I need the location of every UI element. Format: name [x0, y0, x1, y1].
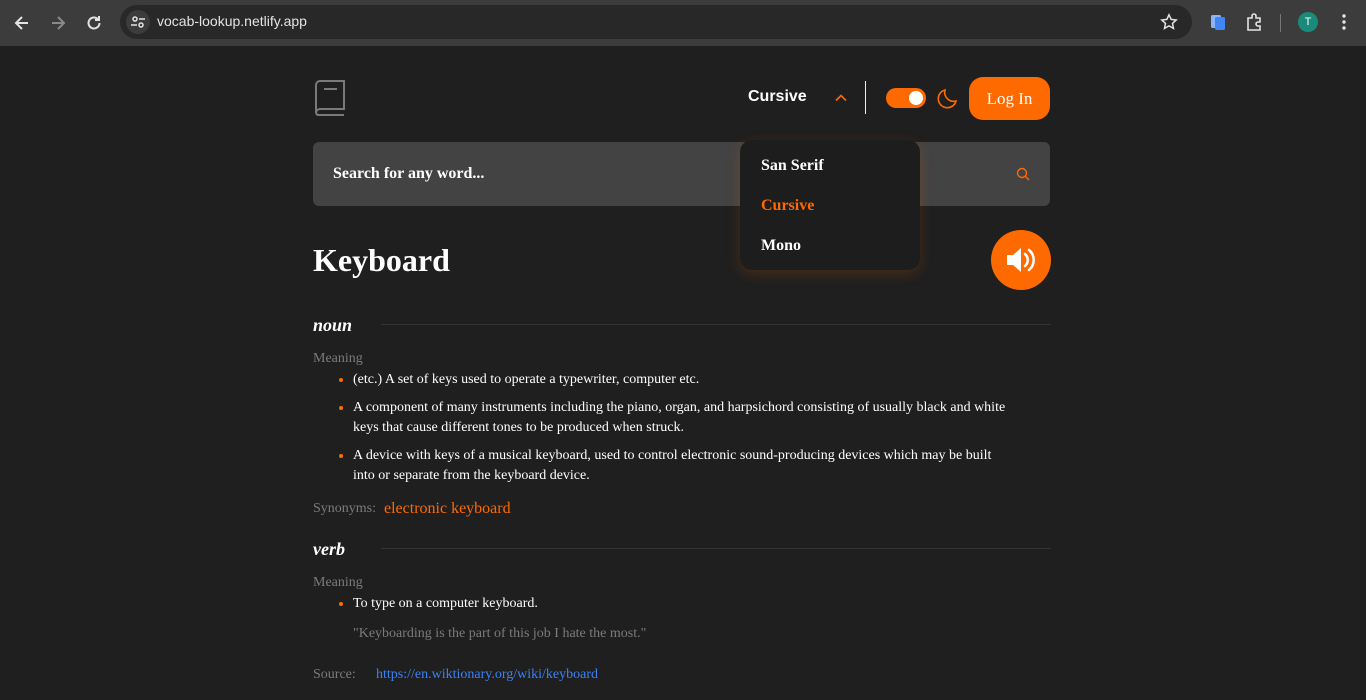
definition-item: (etc.) A set of keys used to operate a t… — [339, 370, 1013, 390]
browser-toolbar: vocab-lookup.netlify.app T — [0, 0, 1366, 46]
font-option-mono[interactable]: Mono — [761, 237, 801, 255]
synonym-link[interactable]: electronic keyboard — [384, 500, 511, 518]
definition-item: A component of many instruments includin… — [339, 398, 1013, 438]
back-icon[interactable] — [10, 11, 34, 35]
url-text: vocab-lookup.netlify.app — [157, 13, 307, 29]
search-bar — [313, 142, 1050, 206]
search-icon[interactable] — [1016, 167, 1030, 181]
meaning-label: Meaning — [313, 351, 363, 366]
browser-menu-icon[interactable] — [1334, 12, 1354, 32]
meaning-label: Meaning — [313, 575, 363, 590]
dictionary-app: Cursive Log In San Serif Cursive Mono Ke… — [313, 46, 1051, 700]
moon-icon — [936, 86, 960, 110]
section-divider — [381, 548, 1051, 549]
chevron-up-icon[interactable] — [834, 91, 848, 105]
header-divider — [865, 81, 866, 114]
source-label: Source: — [313, 667, 356, 682]
extensions-puzzle-icon[interactable] — [1244, 12, 1264, 32]
word-title: Keyboard — [313, 242, 450, 278]
font-selector[interactable]: Cursive — [748, 88, 807, 108]
extension-docs-icon[interactable] — [1208, 12, 1228, 32]
address-bar[interactable]: vocab-lookup.netlify.app — [120, 5, 1192, 39]
font-dropdown-menu: San Serif Cursive Mono — [740, 140, 920, 270]
source-link[interactable]: https://en.wiktionary.org/wiki/keyboard — [376, 667, 598, 683]
definition-item: To type on a computer keyboard. — [339, 594, 1013, 614]
font-selector-label: Cursive — [748, 88, 807, 105]
profile-avatar[interactable]: T — [1298, 12, 1318, 32]
definition-item: A device with keys of a musical keyboard… — [339, 446, 1013, 486]
synonyms-label: Synonyms: — [313, 501, 377, 516]
site-settings-icon[interactable] — [126, 10, 150, 34]
forward-icon[interactable] — [46, 11, 70, 35]
font-option-cursive[interactable]: Cursive — [761, 197, 814, 215]
speaker-icon — [1007, 248, 1035, 272]
theme-toggle[interactable] — [886, 88, 926, 108]
play-pronunciation-button[interactable] — [991, 230, 1051, 290]
part-of-speech-noun: noun — [313, 315, 353, 335]
bookmark-star-icon[interactable] — [1160, 13, 1178, 31]
login-button[interactable]: Log In — [969, 77, 1050, 120]
toggle-knob — [909, 91, 923, 105]
font-option-san-serif[interactable]: San Serif — [761, 157, 824, 175]
book-icon — [313, 80, 347, 116]
reload-icon[interactable] — [82, 11, 106, 35]
usage-example: "Keyboarding is the part of this job I h… — [353, 626, 647, 641]
part-of-speech-verb: verb — [313, 539, 345, 559]
section-divider — [381, 324, 1051, 325]
toolbar-divider — [1280, 14, 1281, 32]
